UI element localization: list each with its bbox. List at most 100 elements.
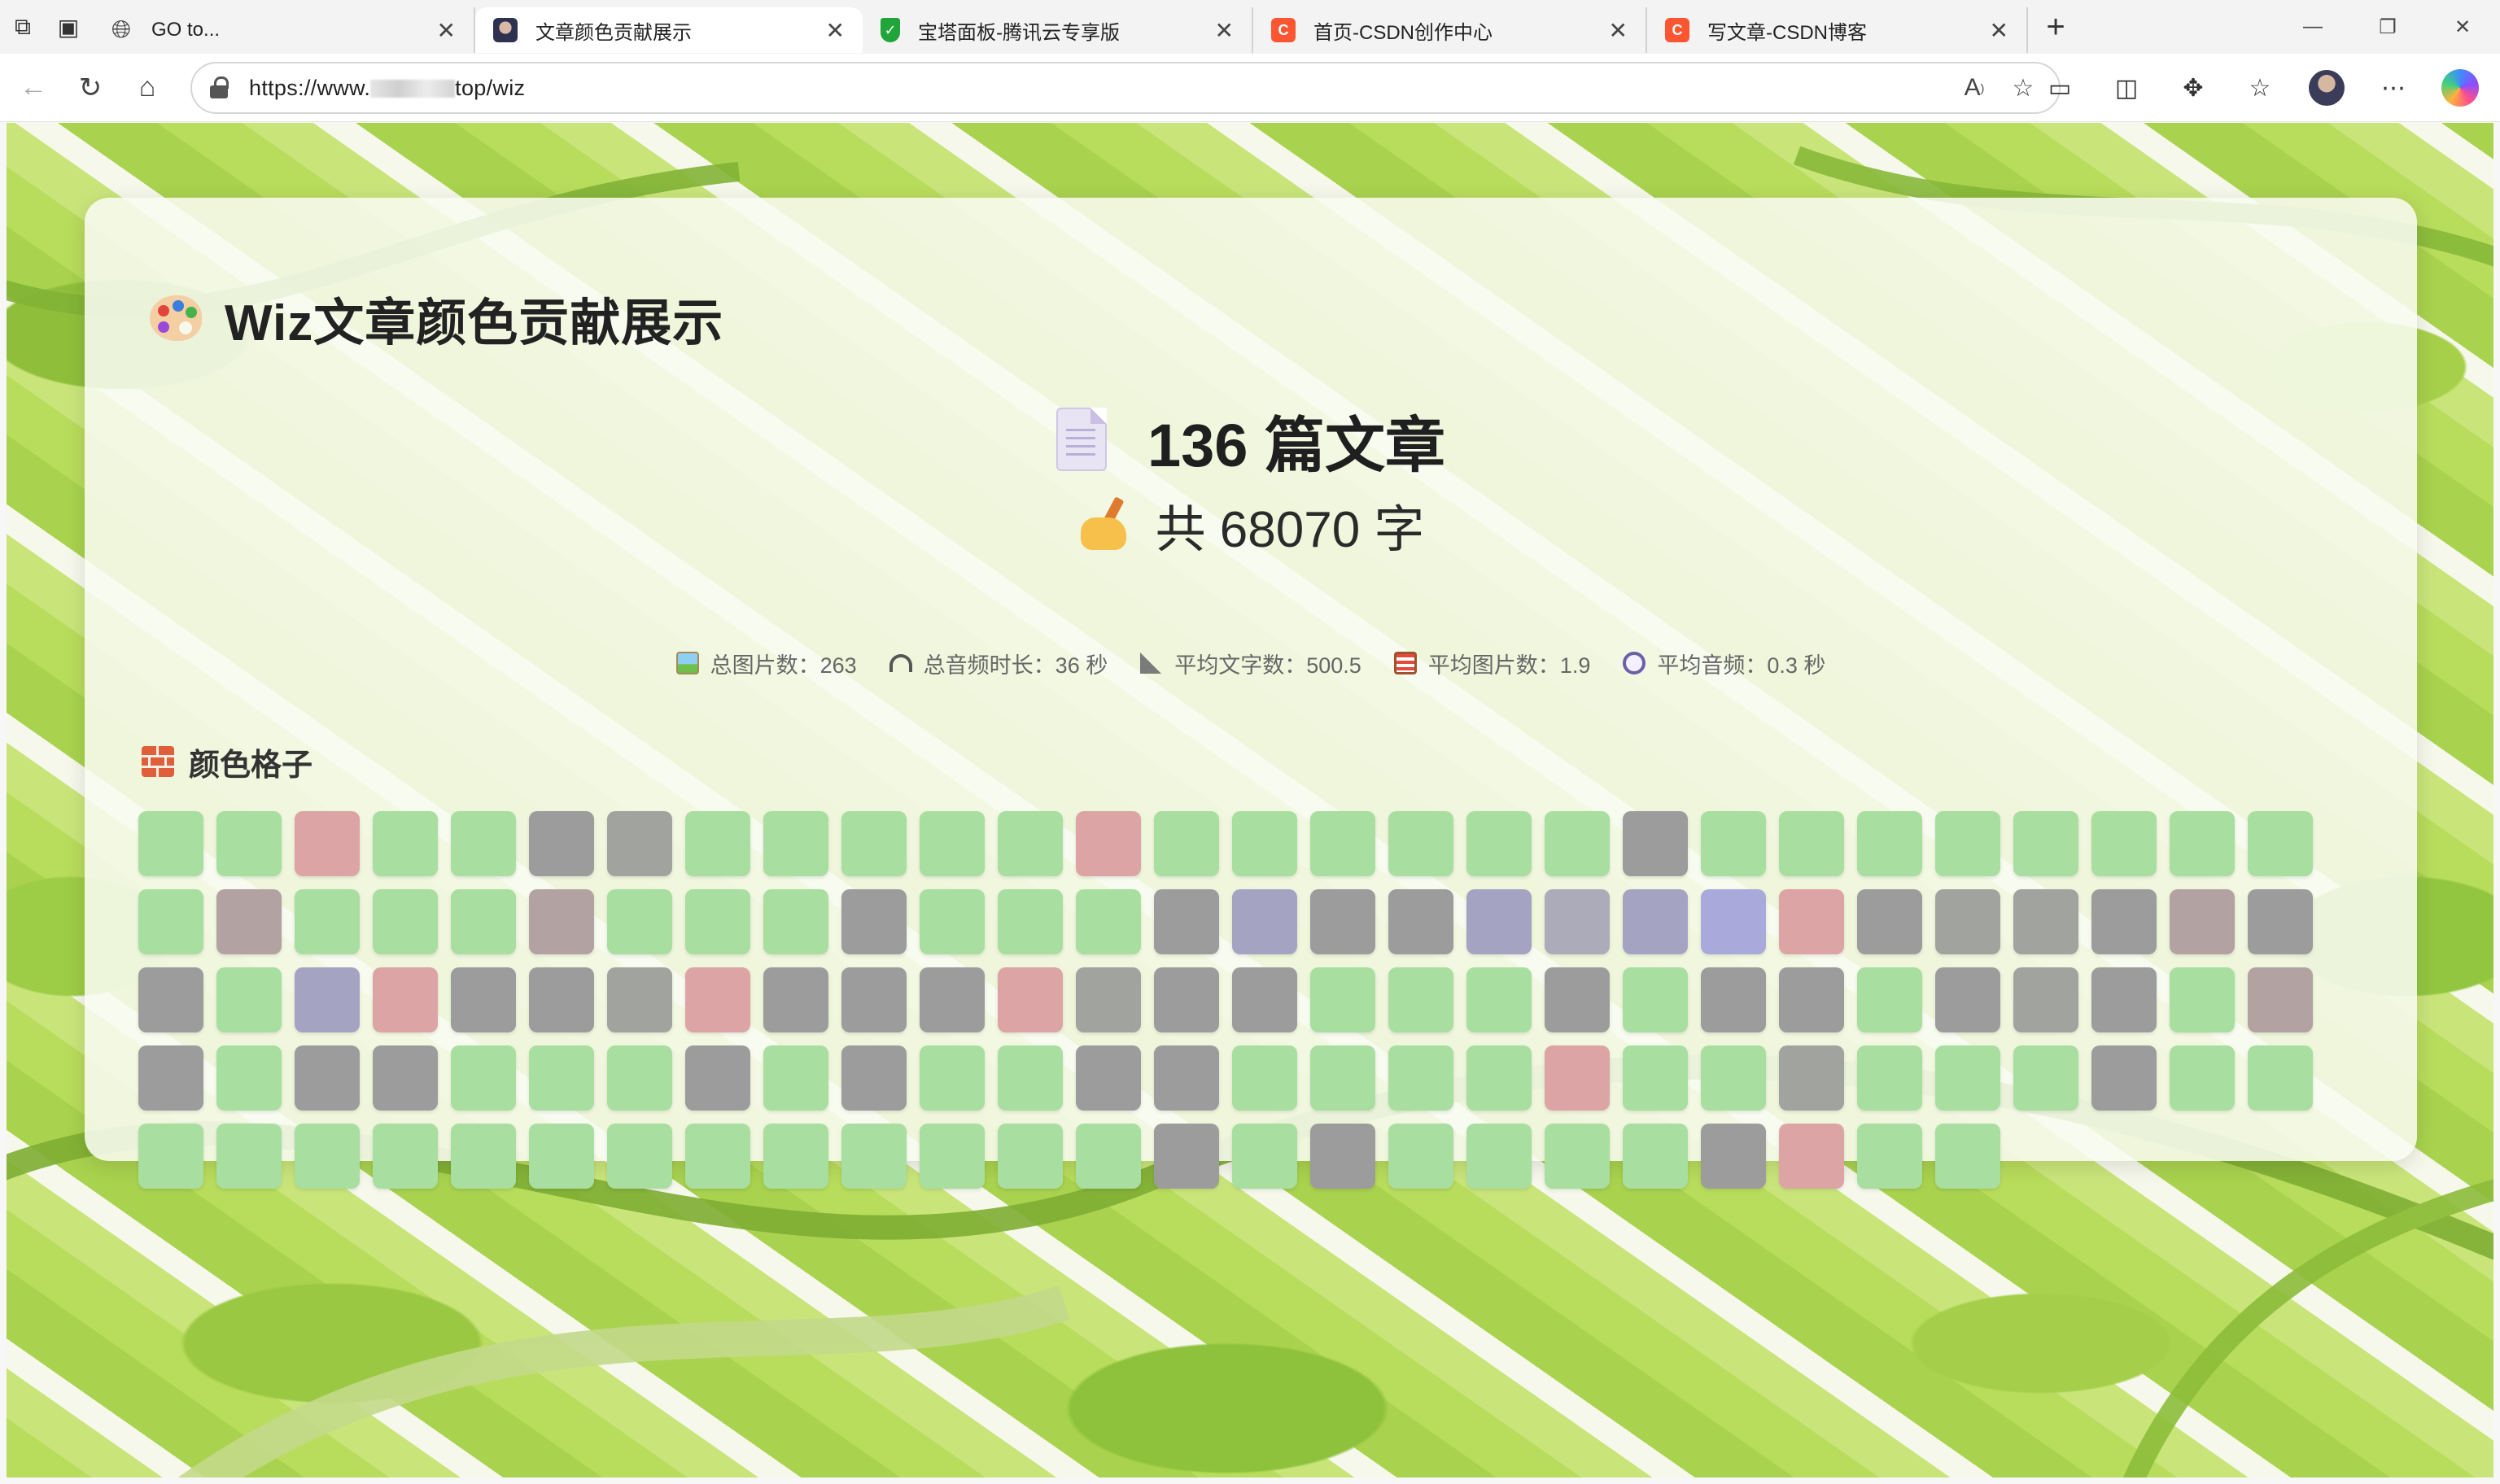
grid-cell[interactable] xyxy=(2091,967,2157,1032)
grid-cell[interactable] xyxy=(607,1124,672,1189)
grid-cell[interactable] xyxy=(1701,1045,1766,1111)
grid-cell[interactable] xyxy=(1310,1124,1375,1189)
grid-cell[interactable] xyxy=(685,811,750,876)
grid-cell[interactable] xyxy=(998,889,1063,954)
close-tab-icon[interactable]: ✕ xyxy=(1609,17,1628,44)
close-window-icon[interactable]: ✕ xyxy=(2425,0,2500,54)
grid-cell[interactable] xyxy=(1623,1124,1688,1189)
grid-cell[interactable] xyxy=(1388,889,1453,954)
grid-cell[interactable] xyxy=(1154,1045,1219,1111)
grid-cell[interactable] xyxy=(763,889,828,954)
grid-cell[interactable] xyxy=(1154,889,1219,954)
grid-cell[interactable] xyxy=(920,1124,985,1189)
grid-cell[interactable] xyxy=(529,967,594,1032)
grid-cell[interactable] xyxy=(998,1045,1063,1111)
grid-cell[interactable] xyxy=(529,1124,594,1189)
grid-cell[interactable] xyxy=(1466,1124,1532,1189)
grid-cell[interactable] xyxy=(138,1124,203,1189)
tab-go-to[interactable]: 🌐︎ GO to... ✕ xyxy=(91,7,475,53)
grid-cell[interactable] xyxy=(763,1045,828,1111)
grid-cell[interactable] xyxy=(529,1045,594,1111)
grid-cell[interactable] xyxy=(920,1045,985,1111)
grid-cell[interactable] xyxy=(1857,1124,1922,1189)
grid-cell[interactable] xyxy=(2248,1045,2313,1111)
favorites-icon[interactable]: ☆ xyxy=(2227,60,2293,116)
grid-cell[interactable] xyxy=(138,889,203,954)
grid-cell[interactable] xyxy=(841,1045,907,1111)
copilot-icon[interactable] xyxy=(2441,69,2479,107)
tab-bt-panel[interactable]: ✓ 宝塔面板-腾讯云专享版 ✕ xyxy=(863,7,1253,53)
new-tab-button[interactable]: + xyxy=(2031,4,2080,50)
profile-avatar[interactable] xyxy=(2309,70,2345,106)
grid-cell[interactable] xyxy=(451,967,516,1032)
tab-csdn-write[interactable]: C 写文章-CSDN博客 ✕ xyxy=(1647,7,2028,53)
grid-cell[interactable] xyxy=(138,967,203,1032)
grid-cell[interactable] xyxy=(920,967,985,1032)
grid-cell[interactable] xyxy=(1388,811,1453,876)
grid-cell[interactable] xyxy=(1935,1045,2000,1111)
grid-cell[interactable] xyxy=(1857,1045,1922,1111)
grid-cell[interactable] xyxy=(1545,1124,1610,1189)
grid-cell[interactable] xyxy=(1388,1124,1453,1189)
back-icon[interactable]: ← xyxy=(5,59,62,116)
grid-cell[interactable] xyxy=(1076,967,1141,1032)
grid-cell[interactable] xyxy=(998,967,1063,1032)
grid-cell[interactable] xyxy=(216,1124,282,1189)
grid-cell[interactable] xyxy=(2013,811,2078,876)
grid-cell[interactable] xyxy=(1466,967,1532,1032)
grid-cell[interactable] xyxy=(216,967,282,1032)
grid-cell[interactable] xyxy=(373,889,438,954)
grid-cell[interactable] xyxy=(1779,811,1844,876)
grid-cell[interactable] xyxy=(1701,889,1766,954)
grid-cell[interactable] xyxy=(1466,1045,1532,1111)
grid-cell[interactable] xyxy=(841,889,907,954)
grid-cell[interactable] xyxy=(295,811,360,876)
grid-cell[interactable] xyxy=(685,889,750,954)
grid-cell[interactable] xyxy=(2013,889,2078,954)
grid-cell[interactable] xyxy=(763,967,828,1032)
grid-cell[interactable] xyxy=(607,811,672,876)
grid-cell[interactable] xyxy=(295,1045,360,1111)
refresh-icon[interactable]: ↻ xyxy=(62,59,119,116)
grid-cell[interactable] xyxy=(1154,811,1219,876)
close-tab-icon[interactable]: ✕ xyxy=(437,17,456,44)
grid-cell[interactable] xyxy=(1623,811,1688,876)
grid-cell[interactable] xyxy=(295,889,360,954)
close-tab-icon[interactable]: ✕ xyxy=(826,17,845,44)
grid-cell[interactable] xyxy=(1076,811,1141,876)
grid-cell[interactable] xyxy=(2170,1045,2235,1111)
grid-cell[interactable] xyxy=(373,811,438,876)
grid-cell[interactable] xyxy=(685,1124,750,1189)
grid-cell[interactable] xyxy=(920,811,985,876)
home-icon[interactable]: ⌂ xyxy=(119,59,176,116)
more-icon[interactable]: ⋯ xyxy=(2360,60,2427,116)
grid-cell[interactable] xyxy=(607,1045,672,1111)
grid-cell[interactable] xyxy=(1545,967,1610,1032)
grid-cell[interactable] xyxy=(998,1124,1063,1189)
url-field[interactable]: https://www. top/wiz A) ☆ xyxy=(190,62,2061,114)
grid-cell[interactable] xyxy=(920,889,985,954)
grid-cell[interactable] xyxy=(1857,967,1922,1032)
minimize-icon[interactable]: — xyxy=(2275,0,2350,54)
grid-cell[interactable] xyxy=(2170,967,2235,1032)
grid-cell[interactable] xyxy=(1779,967,1844,1032)
grid-cell[interactable] xyxy=(841,967,907,1032)
grid-cell[interactable] xyxy=(1310,1045,1375,1111)
grid-cell[interactable] xyxy=(1154,1124,1219,1189)
read-aloud-icon[interactable]: A) xyxy=(1950,63,1999,112)
grid-cell[interactable] xyxy=(1935,811,2000,876)
grid-cell[interactable] xyxy=(1076,889,1141,954)
grid-cell[interactable] xyxy=(1779,1124,1844,1189)
grid-cell[interactable] xyxy=(451,889,516,954)
grid-cell[interactable] xyxy=(1701,811,1766,876)
grid-cell[interactable] xyxy=(373,1124,438,1189)
restore-icon[interactable]: ❐ xyxy=(2350,0,2425,54)
grid-cell[interactable] xyxy=(2013,967,2078,1032)
grid-cell[interactable] xyxy=(216,889,282,954)
grid-cell[interactable] xyxy=(1545,889,1610,954)
grid-cell[interactable] xyxy=(2091,889,2157,954)
grid-cell[interactable] xyxy=(1935,967,2000,1032)
grid-cell[interactable] xyxy=(1232,1124,1297,1189)
grid-cell[interactable] xyxy=(1701,1124,1766,1189)
grid-cell[interactable] xyxy=(1154,967,1219,1032)
